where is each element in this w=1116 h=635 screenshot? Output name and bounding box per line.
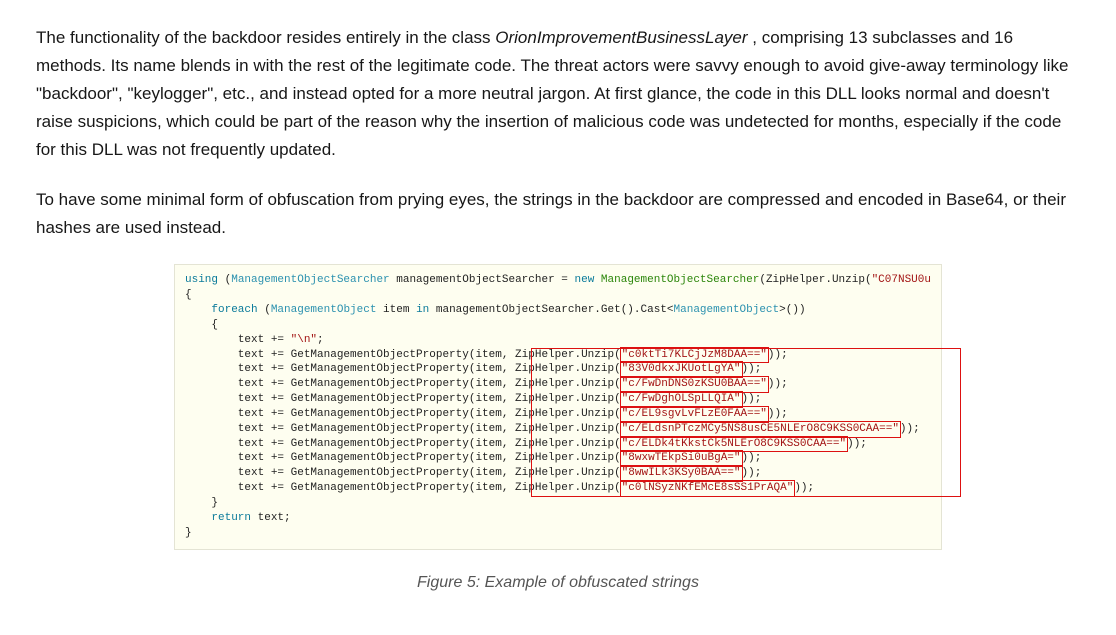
- obf-str-7: "8wxwTEkpSi0uBgA=": [621, 451, 742, 466]
- obf-str-1: "83V0dkxJKUotLgYA": [621, 362, 742, 377]
- obf-str-8: "8wwILk3KSy0BAA==": [621, 466, 742, 481]
- paragraph-2: To have some minimal form of obfuscation…: [36, 186, 1080, 242]
- brace-open: {: [185, 289, 192, 301]
- obf-str-9: "c0lNSyzNKfEMcE8sSS1PrAQA": [621, 481, 795, 496]
- code-block: using (ManagementObjectSearcher manageme…: [174, 264, 942, 549]
- type-mo: ManagementObject: [271, 304, 377, 316]
- obf-str-0: "c0ktTi7KLCjJzM8DAA==": [621, 348, 768, 363]
- para1-tail: , comprising 13 subclasses and 16 method…: [36, 28, 1069, 159]
- figure-caption: Figure 5: Example of obfuscated strings: [36, 570, 1080, 596]
- kw-new: new: [575, 274, 595, 286]
- kw-using: using: [185, 274, 218, 286]
- obf-str-5: "c/ELdsnPTczMCy5NS8usCE5NLErO8C9KSS0CAA=…: [621, 422, 900, 437]
- type-mos-2: ManagementObjectSearcher: [594, 274, 759, 286]
- type-mos: ManagementObjectSearcher: [231, 274, 389, 286]
- para1-lead: The functionality of the backdoor reside…: [36, 28, 495, 47]
- obf-str-2: "c/FwDnDNS0zKSU0BAA==": [621, 377, 768, 392]
- kw-return: return: [211, 512, 251, 524]
- class-name-italic: OrionImprovementBusinessLayer: [495, 28, 747, 47]
- highlighted-strings-block: text += GetManagementObjectProperty(item…: [185, 349, 920, 495]
- kw-foreach: foreach: [211, 304, 257, 316]
- paragraph-1: The functionality of the backdoor reside…: [36, 24, 1080, 164]
- obf-str-4: "c/EL9sgvLvFLzE0FAA==": [621, 407, 768, 422]
- code-figure: using (ManagementObjectSearcher manageme…: [36, 264, 1080, 596]
- kw-in: in: [416, 304, 429, 316]
- obf-str-6: "c/ELDk4tKkstCk5NLErO8C9KSS0CAA==": [621, 437, 847, 452]
- obf-str-3: "c/FwDghOLSpLLQIA": [621, 392, 742, 407]
- str-arg: "C07NSU0u: [872, 274, 931, 286]
